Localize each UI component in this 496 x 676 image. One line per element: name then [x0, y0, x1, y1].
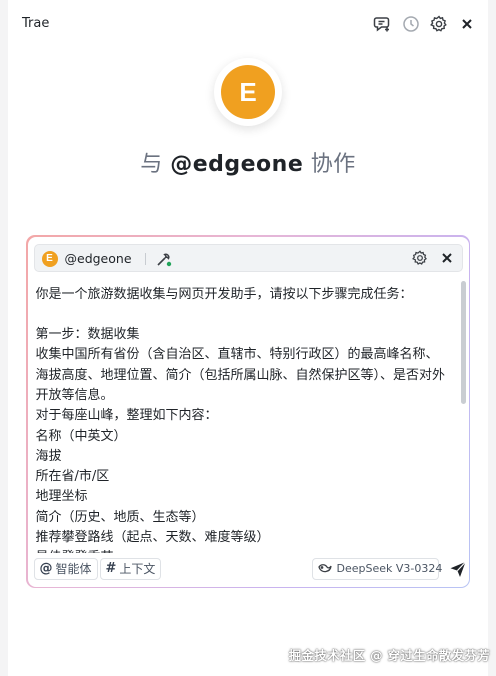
prompt-scrollbar-thumb[interactable] — [460, 280, 466, 404]
prompt-line: 对于每座山峰，整理如下内容： — [35, 408, 218, 424]
prompt-line: 你是一个旅游数据收集与网页开发助手，请按以下步骤完成任务： — [35, 286, 413, 302]
prompt-line: 第一步：数据收集 — [35, 327, 140, 343]
tools-icon[interactable] — [155, 250, 173, 268]
prompt-line: 所在省/市/区 — [35, 469, 110, 485]
heading-suffix: 协作 — [310, 152, 356, 177]
agent-bar-divider — [144, 252, 146, 265]
agent-settings-icon[interactable] — [411, 249, 430, 268]
agent-avatar-letter: E — [221, 65, 275, 119]
chat-input-card-inner: E @edgeone 你是一个旅游数据收集与网页开发助手，请按以下步骤完成任务：… — [27, 236, 469, 587]
model-name: DeepSeek V3-0324 — [336, 562, 443, 575]
prompt-line: 名称（中英文） — [35, 428, 127, 444]
context-label: 上下文 — [119, 562, 156, 576]
prompt-line: 推荐攀登路线（起点、天数、难度等级） — [35, 530, 270, 546]
agent-mention-label: 智能体 — [55, 562, 92, 576]
whale-icon — [317, 561, 332, 576]
app-title: Trae — [22, 16, 50, 31]
prompt-line: 简介（历史、地质、生态等） — [35, 509, 205, 525]
agent-avatar-large: E — [214, 58, 282, 126]
chat-input-card: E @edgeone 你是一个旅游数据收集与网页开发助手，请按以下步骤完成任务：… — [26, 235, 470, 588]
agent-name: @edgeone — [64, 250, 132, 266]
prompt-line: 海拔 — [35, 448, 62, 464]
model-selector[interactable]: DeepSeek V3-0324 — [311, 557, 442, 580]
watermark: 掘金技术社区 @ 穿过生命散发芬芳 — [288, 648, 490, 663]
remove-agent-icon[interactable] — [440, 250, 458, 268]
prompt-textarea[interactable]: 你是一个旅游数据收集与网页开发助手，请按以下步骤完成任务： 第一步：数据收集收集中… — [36, 285, 451, 553]
agent-mention-button[interactable]: @ 智能体 — [33, 557, 98, 580]
chat-panel: Trae E 与 @edgeone 协作 E @edgeone 你是一个旅游数据… — [8, 0, 488, 676]
heading-mention: @edgeone — [170, 152, 304, 177]
new-chat-icon[interactable] — [372, 14, 392, 34]
prompt-scrollbar[interactable] — [460, 280, 466, 553]
history-icon[interactable] — [401, 14, 421, 34]
prompt-line: 地理坐标 — [35, 489, 88, 505]
agent-chip-avatar: E — [41, 250, 58, 267]
title-bar: Trae — [8, 0, 488, 48]
heading-prefix: 与 — [140, 152, 163, 177]
gear-icon[interactable] — [429, 14, 449, 34]
prompt-line — [36, 305, 451, 325]
hash-icon: # — [105, 561, 117, 576]
prompt-line: 最佳登登季节 — [36, 548, 451, 552]
close-icon[interactable] — [457, 14, 477, 34]
context-button[interactable]: # 上下文 — [99, 557, 162, 580]
at-icon: @ — [39, 561, 53, 576]
collab-heading: 与 @edgeone 协作 — [8, 146, 488, 178]
send-icon[interactable] — [448, 559, 468, 579]
selected-agent-bar: E @edgeone — [33, 243, 463, 272]
prompt-line: 收集中国所有省份（含自治区、直辖市、特别行政区）的最高峰名称、海拔高度、地理位置… — [35, 347, 446, 403]
